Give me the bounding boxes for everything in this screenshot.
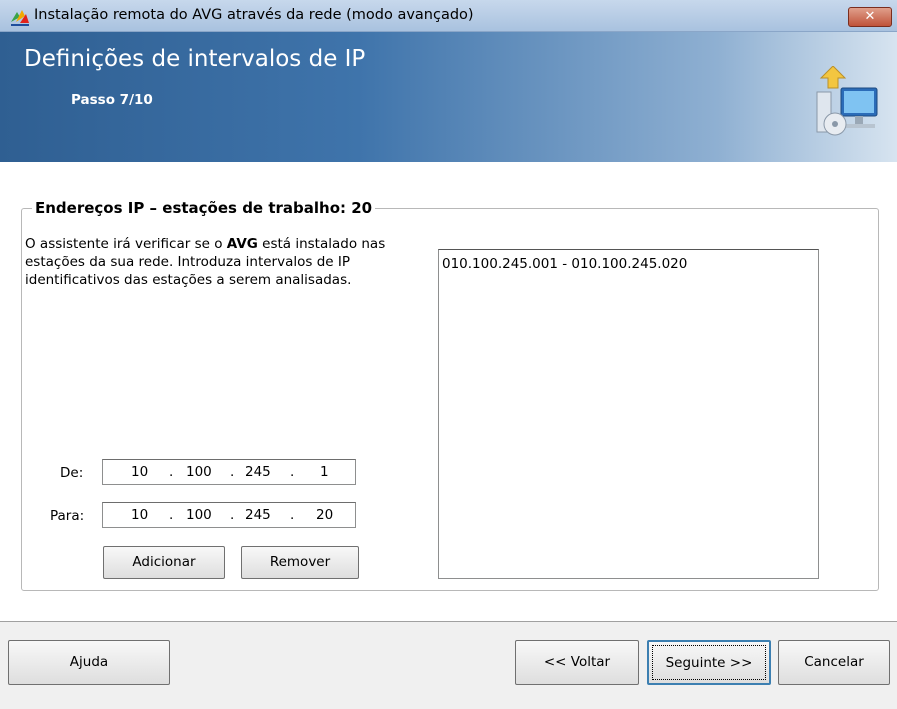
dot-separator: . bbox=[169, 464, 174, 480]
to-octet-3[interactable]: 245 bbox=[245, 507, 271, 523]
step-indicator: Passo 7/10 bbox=[71, 92, 153, 108]
add-button[interactable]: Adicionar bbox=[103, 546, 225, 579]
dot-separator: . bbox=[230, 507, 235, 523]
back-button[interactable]: << Voltar bbox=[515, 640, 639, 685]
ip-range-list[interactable]: 010.100.245.001 - 010.100.245.020 bbox=[438, 249, 819, 579]
from-octet-1[interactable]: 10 bbox=[131, 464, 148, 480]
instructions-part1: O assistente irá verificar se o bbox=[25, 236, 227, 252]
to-octet-2[interactable]: 100 bbox=[186, 507, 212, 523]
window-title: Instalação remota do AVG através da rede… bbox=[34, 7, 474, 23]
to-octet-1[interactable]: 10 bbox=[131, 507, 148, 523]
page-title: Definições de intervalos de IP bbox=[24, 46, 366, 72]
from-octet-3[interactable]: 245 bbox=[245, 464, 271, 480]
list-item[interactable]: 010.100.245.001 - 010.100.245.020 bbox=[442, 256, 687, 272]
next-button[interactable]: Seguinte >> bbox=[647, 640, 771, 685]
remove-button[interactable]: Remover bbox=[241, 546, 359, 579]
groupbox-title: Endereços IP – estações de trabalho: 20 bbox=[32, 199, 376, 217]
dot-separator: . bbox=[169, 507, 174, 523]
from-octet-4[interactable]: 1 bbox=[320, 464, 329, 480]
dot-separator: . bbox=[230, 464, 235, 480]
from-octet-2[interactable]: 100 bbox=[186, 464, 212, 480]
dot-separator: . bbox=[290, 464, 295, 480]
instructions-text: O assistente irá verificar se o AVG está… bbox=[25, 235, 415, 289]
avg-brand-text: AVG bbox=[226, 236, 258, 252]
from-label: De: bbox=[60, 465, 84, 481]
from-ip-input[interactable]: 10 . 100 . 245 . 1 bbox=[102, 459, 356, 485]
to-ip-input[interactable]: 10 . 100 . 245 . 20 bbox=[102, 502, 356, 528]
focus-ring bbox=[652, 645, 766, 680]
network-computer-icon bbox=[816, 66, 878, 136]
to-octet-4[interactable]: 20 bbox=[316, 507, 333, 523]
avg-logo-icon bbox=[11, 10, 29, 26]
to-label: Para: bbox=[50, 508, 85, 524]
title-bar: Instalação remota do AVG através da rede… bbox=[0, 0, 897, 32]
dot-separator: . bbox=[290, 507, 295, 523]
cancel-button[interactable]: Cancelar bbox=[778, 640, 890, 685]
close-button[interactable]: ✕ bbox=[848, 7, 892, 27]
help-button[interactable]: Ajuda bbox=[8, 640, 170, 685]
